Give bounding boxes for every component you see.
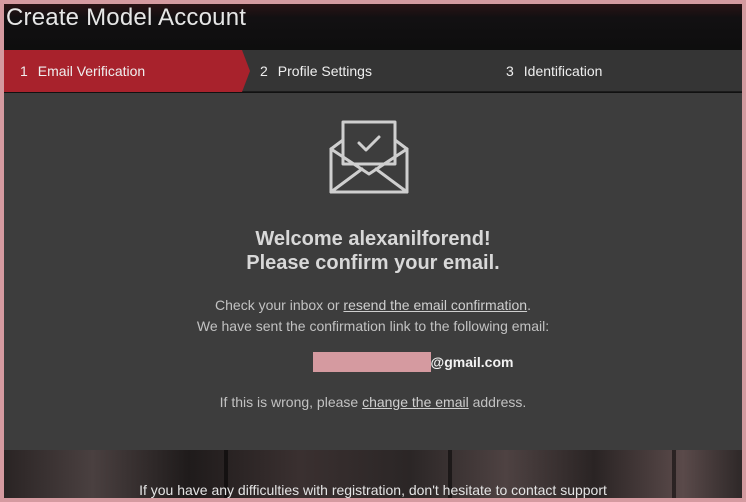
welcome-line: Welcome alexanilforend! [255, 228, 491, 250]
step-label: Email Verification [37, 63, 146, 79]
step-identification[interactable]: 3 Identification [506, 50, 602, 92]
step-label: Identification [523, 63, 603, 79]
change-email-link[interactable]: change the email [362, 394, 469, 410]
wrong-prefix: If this is wrong, please [219, 394, 363, 410]
envelope-check-icon [329, 120, 409, 194]
welcome-heading: Welcome alexanilforend! Please confirm y… [4, 227, 742, 275]
support-note: If you have any difficulties with regist… [139, 482, 607, 498]
wrong-suffix: address. [468, 394, 527, 410]
redacted-email-user [312, 352, 431, 372]
resend-confirmation-link[interactable]: resend the email confirmation [343, 297, 527, 313]
step-number: 2 [260, 63, 268, 79]
check-suffix: . [527, 297, 531, 313]
confirm-line: Please confirm your email. [246, 252, 500, 274]
change-email-text: If this is wrong, please change the emai… [4, 394, 742, 410]
step-number: 1 [20, 63, 28, 79]
step-number: 3 [506, 63, 514, 79]
step-email-verification[interactable]: 1 Email Verification [4, 50, 250, 92]
instruction-text: Check your inbox or resend the email con… [4, 295, 742, 337]
step-label: Profile Settings [277, 63, 372, 79]
sent-link-text: We have sent the confirmation link to th… [196, 318, 550, 334]
page-title: Create Model Account [6, 4, 247, 31]
email-domain: @gmail.com [430, 354, 514, 370]
step-profile-settings[interactable]: 2 Profile Settings [260, 50, 372, 92]
steps-bar: 1 Email Verification 2 Profile Settings 3I… [4, 50, 742, 92]
verification-panel: Welcome alexanilforend! Please confirm y… [4, 93, 742, 450]
email-address: @gmail.com [4, 351, 742, 373]
title-bar: Create Model Account [4, 4, 742, 50]
check-inbox-text: Check your inbox or [215, 297, 344, 313]
modal-frame: Create Model Account 1 Email Verification… [4, 4, 742, 498]
